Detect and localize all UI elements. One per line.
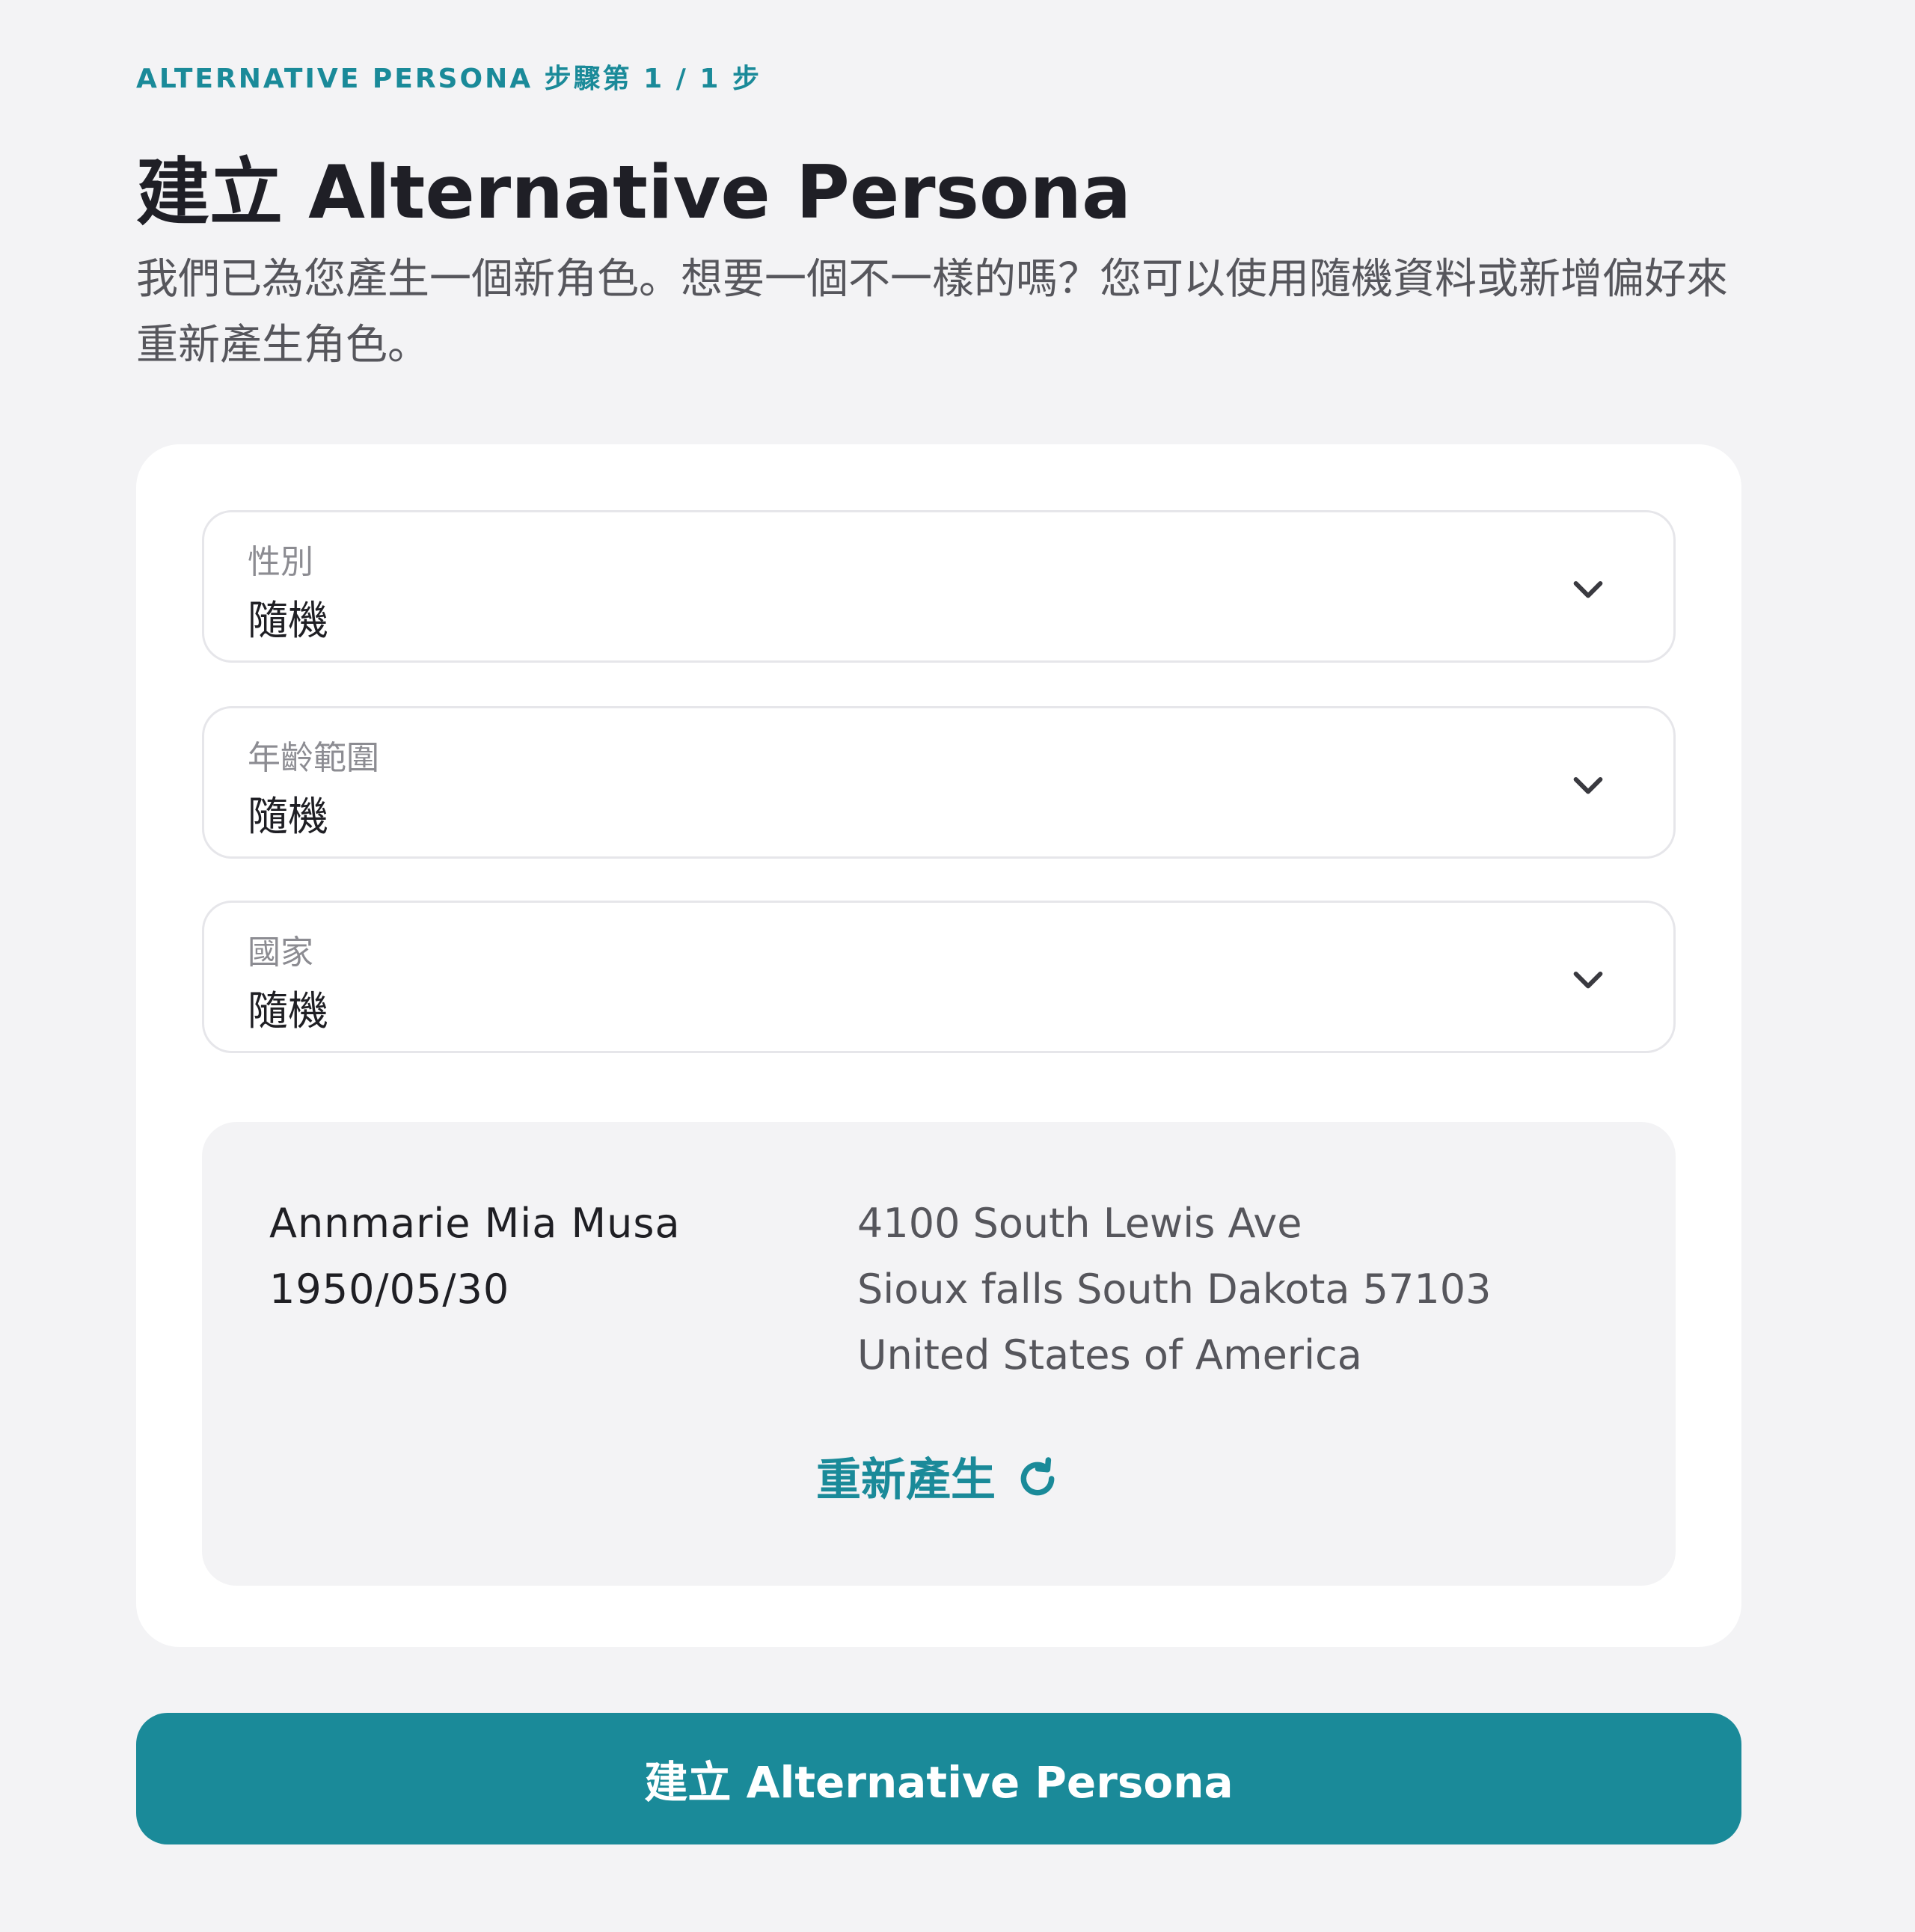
chevron-down-icon bbox=[1573, 580, 1603, 598]
address-line-2: Sioux falls South Dakota 57103 bbox=[857, 1266, 1492, 1313]
country-select-label: 國家 bbox=[248, 933, 313, 972]
persona-birthdate: 1950/05/30 bbox=[269, 1266, 510, 1313]
create-persona-button[interactable]: 建立 Alternative Persona bbox=[136, 1713, 1741, 1844]
persona-name: Annmarie Mia Musa bbox=[269, 1200, 681, 1247]
persona-identity: Annmarie Mia Musa 1950/05/30 bbox=[269, 1191, 681, 1322]
country-select-value: 隨機 bbox=[248, 987, 328, 1034]
gender-select-value: 隨機 bbox=[248, 597, 328, 644]
persona-address: 4100 South Lewis Ave Sioux falls South D… bbox=[857, 1191, 1491, 1388]
chevron-down-icon bbox=[1573, 971, 1603, 989]
persona-summary: Annmarie Mia Musa 1950/05/30 4100 South … bbox=[202, 1122, 1676, 1586]
step-indicator: ALTERNATIVE PERSONA 步驟第 1 / 1 步 bbox=[136, 64, 762, 94]
page-title: 建立 Alternative Persona bbox=[136, 150, 1132, 236]
page: ALTERNATIVE PERSONA 步驟第 1 / 1 步 建立 Alter… bbox=[0, 0, 1915, 1932]
persona-form-card: 性別 隨機 年齡範圍 隨機 國家 隨機 Annmarie Mia Musa 19… bbox=[136, 444, 1741, 1647]
gender-select-label: 性別 bbox=[248, 543, 313, 581]
refresh-icon bbox=[1020, 1457, 1055, 1496]
address-line-3: United States of America bbox=[857, 1331, 1362, 1379]
page-subtitle: 我們已為您產生一個新角色。想要一個不一樣的嗎？您可以使用隨機資料或新增偏好來重新… bbox=[136, 255, 1728, 369]
address-line-1: 4100 South Lewis Ave bbox=[857, 1200, 1302, 1247]
age-range-select-value: 隨機 bbox=[248, 793, 328, 840]
regenerate-label: 重新產生 bbox=[816, 1454, 996, 1506]
age-range-select[interactable]: 年齡範圍 隨機 bbox=[202, 706, 1676, 859]
age-range-select-label: 年齡範圍 bbox=[248, 739, 379, 777]
country-select[interactable]: 國家 隨機 bbox=[202, 901, 1676, 1053]
chevron-down-icon bbox=[1573, 776, 1603, 794]
regenerate-button[interactable]: 重新產生 bbox=[202, 1444, 1676, 1509]
gender-select[interactable]: 性別 隨機 bbox=[202, 510, 1676, 663]
